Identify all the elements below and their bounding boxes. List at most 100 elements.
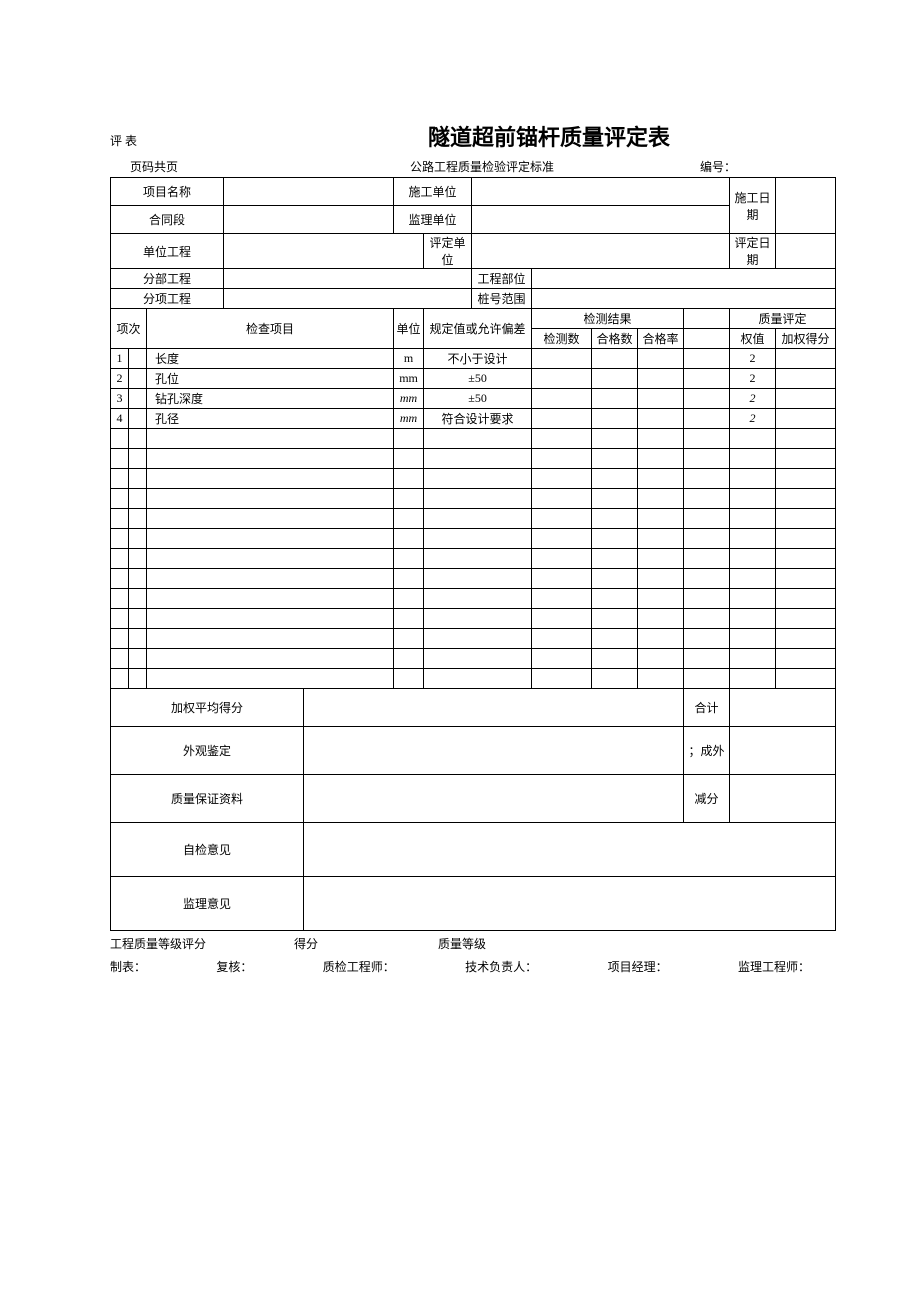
weight-cell <box>730 449 776 469</box>
table-row <box>111 449 836 469</box>
cell <box>532 549 592 569</box>
table-row <box>111 489 836 509</box>
cell <box>638 589 684 609</box>
allowed-cell <box>424 429 532 449</box>
allowed-cell <box>424 509 532 529</box>
weight-cell: 2 <box>730 369 776 389</box>
item-cell <box>147 529 394 549</box>
cell <box>776 469 836 489</box>
cell <box>776 649 836 669</box>
cell <box>638 509 684 529</box>
page-title: 隧道超前锚杆质量评定表 <box>288 120 810 152</box>
th-allowed: 规定值或允许偏差 <box>424 309 532 349</box>
cell <box>111 469 129 489</box>
unit-cell <box>394 509 424 529</box>
eval-unit-label: 评定单位 <box>424 234 472 269</box>
item-cell: 孔位 <box>147 369 394 389</box>
unit-cell: mm <box>394 409 424 429</box>
item-cell <box>147 509 394 529</box>
grade-label: 工程质量等级评分 <box>110 935 270 952</box>
cell <box>111 449 129 469</box>
cell <box>684 529 730 549</box>
unit-cell <box>394 469 424 489</box>
cell <box>776 589 836 609</box>
th-spacer <box>684 309 730 329</box>
cell <box>532 349 592 369</box>
cell <box>532 409 592 429</box>
item-cell <box>147 589 394 609</box>
cell <box>129 409 147 429</box>
item-project-label: 分项工程 <box>111 289 224 309</box>
cell <box>129 349 147 369</box>
cell <box>129 669 147 689</box>
construction-unit-value <box>472 178 730 206</box>
construction-date-label: 施工日期 <box>730 178 776 234</box>
standard-label: 公路工程质量检验评定标准 <box>410 158 700 175</box>
item-cell <box>147 649 394 669</box>
cell <box>592 469 638 489</box>
cell <box>684 409 730 429</box>
cell <box>776 369 836 389</box>
appearance-right: ；成外 <box>684 727 730 775</box>
cell <box>592 449 638 469</box>
qc-engineer-label: 质检工程师： <box>323 958 395 975</box>
item-project-value <box>224 289 472 309</box>
cell <box>684 389 730 409</box>
cell <box>684 509 730 529</box>
table-row <box>111 669 836 689</box>
cell <box>592 609 638 629</box>
cell <box>129 469 147 489</box>
cell <box>592 429 638 449</box>
cell <box>592 649 638 669</box>
unit-cell <box>394 569 424 589</box>
appearance-right-value <box>730 727 836 775</box>
item-cell <box>147 669 394 689</box>
cell: 2 <box>111 369 129 389</box>
cell <box>684 549 730 569</box>
cell <box>684 469 730 489</box>
table-row: 2孔位mm±502 <box>111 369 836 389</box>
sub-project-label: 分部工程 <box>111 269 224 289</box>
unit-cell: mm <box>394 369 424 389</box>
cell <box>684 349 730 369</box>
self-opinion-label: 自检意见 <box>111 823 304 877</box>
cell <box>684 629 730 649</box>
project-part-value <box>532 269 836 289</box>
cell <box>638 669 684 689</box>
cell <box>532 429 592 449</box>
supervision-opinion-label: 监理意见 <box>111 877 304 931</box>
weight-cell <box>730 609 776 629</box>
cell <box>684 609 730 629</box>
cell <box>592 589 638 609</box>
unit-cell <box>394 609 424 629</box>
cell <box>111 609 129 629</box>
cell <box>532 469 592 489</box>
cell <box>776 449 836 469</box>
cell <box>638 489 684 509</box>
allowed-cell <box>424 489 532 509</box>
weight-cell <box>730 429 776 449</box>
cell <box>111 489 129 509</box>
appearance-label: 外观鉴定 <box>111 727 304 775</box>
cell <box>129 589 147 609</box>
weight-cell <box>730 649 776 669</box>
cell: 1 <box>111 349 129 369</box>
th-pass-rate: 合格率 <box>638 329 684 349</box>
cell <box>111 509 129 529</box>
cell: 3 <box>111 389 129 409</box>
sub-project-value <box>224 269 472 289</box>
cell <box>129 649 147 669</box>
qa-material-value <box>304 775 684 823</box>
weight-cell <box>730 489 776 509</box>
cell <box>684 489 730 509</box>
weight-cell <box>730 669 776 689</box>
cell <box>532 509 592 529</box>
cell <box>111 549 129 569</box>
cell <box>592 549 638 569</box>
cell <box>111 589 129 609</box>
pm-label: 项目经理： <box>608 958 668 975</box>
weight-cell <box>730 569 776 589</box>
cell <box>532 389 592 409</box>
cell <box>776 489 836 509</box>
cell <box>532 649 592 669</box>
